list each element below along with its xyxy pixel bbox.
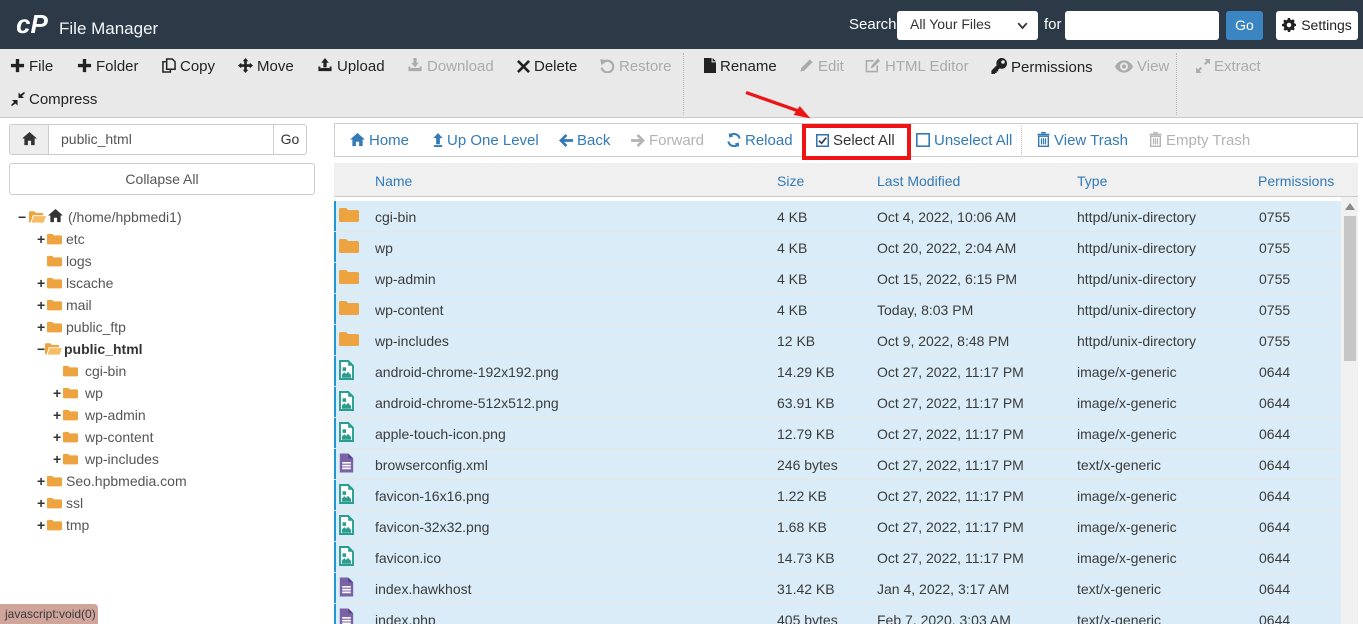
svg-text:cP: cP [17,12,48,38]
